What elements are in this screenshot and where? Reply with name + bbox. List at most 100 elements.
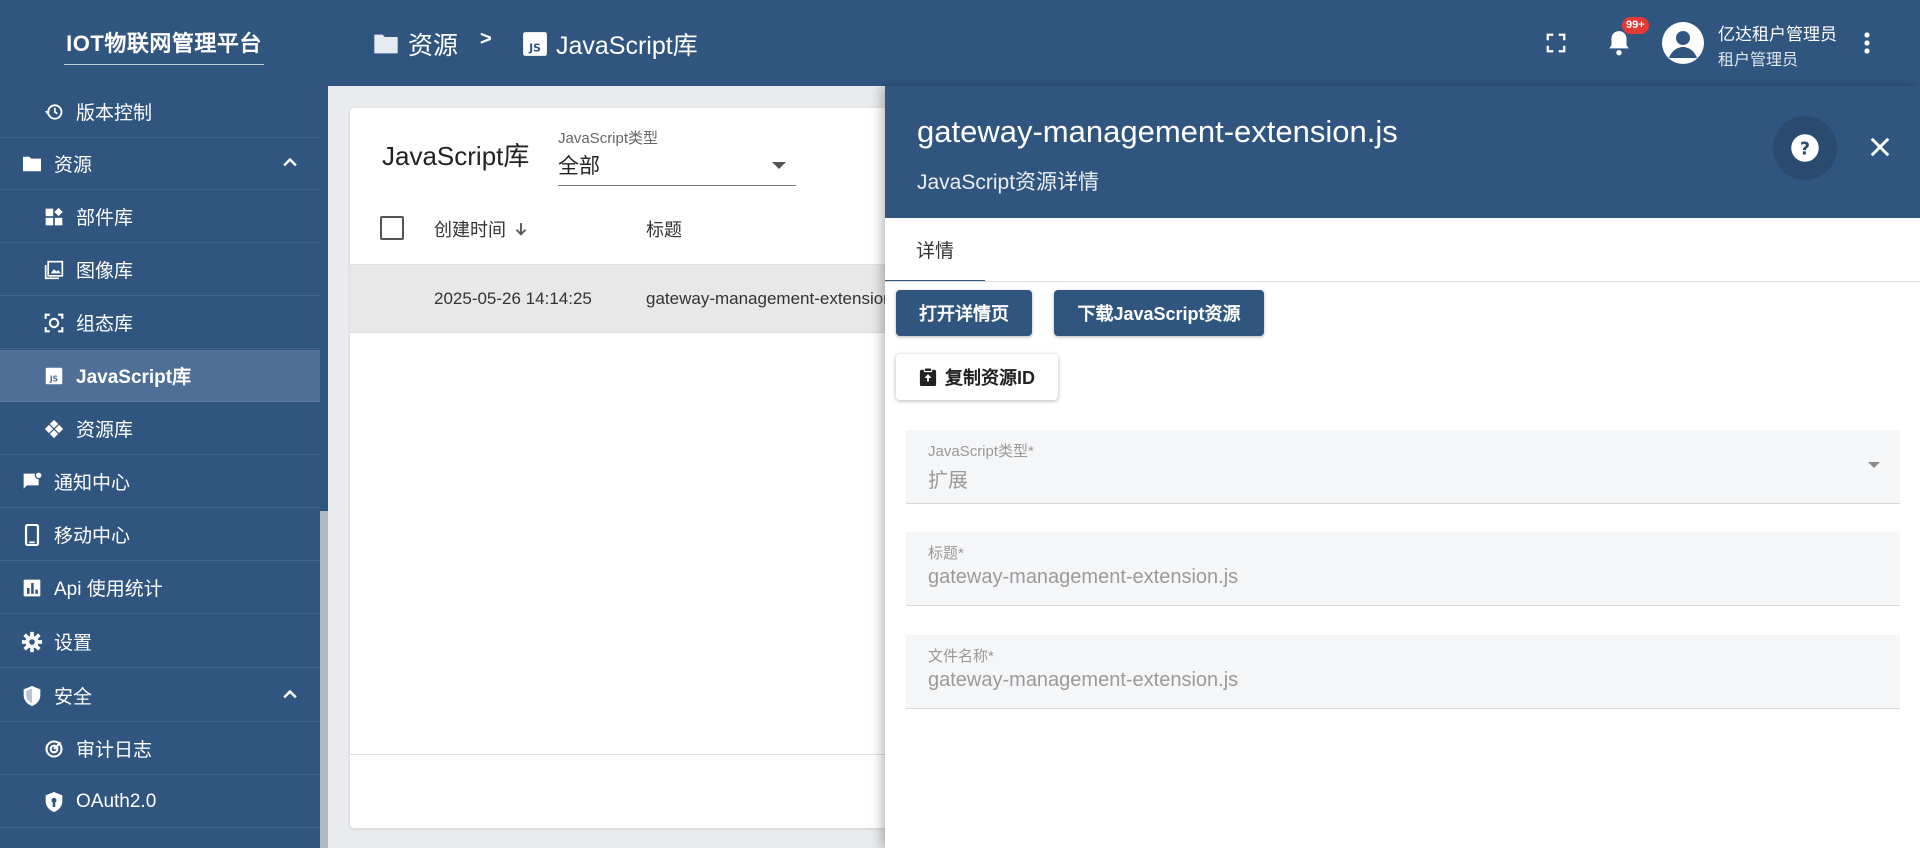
fullscreen-icon[interactable] — [1541, 28, 1571, 58]
details-drawer: gateway-management-extension.js JavaScri… — [885, 86, 1920, 848]
sidebar-item-label: 设置 — [54, 633, 93, 654]
column-header-title[interactable]: 标题 — [646, 216, 682, 242]
folder-icon — [20, 152, 44, 176]
javascript-type-value: 扩展 — [928, 470, 968, 492]
sidebar-item-images[interactable]: 图像库 — [0, 244, 320, 296]
svg-text:?: ? — [1800, 139, 1810, 159]
sidebar-item-api-usage[interactable]: Api 使用统计 — [0, 562, 320, 614]
tab-details[interactable]: 详情 — [885, 218, 985, 282]
sidebar-item-label: Api 使用统计 — [54, 579, 163, 600]
breadcrumb-current: JS JavaScript库 — [522, 26, 698, 62]
sidebar-item-label: 部件库 — [76, 208, 134, 229]
breadcrumb-separator: > — [480, 28, 492, 50]
table-footer-divider — [350, 754, 910, 755]
image-icon — [42, 258, 66, 282]
svg-text:JS: JS — [49, 374, 58, 383]
tab-divider — [885, 281, 1920, 282]
breadcrumb-current-label: JavaScript库 — [556, 32, 698, 60]
sidebar-item-label: 通知中心 — [54, 473, 131, 494]
sort-arrow-down-icon — [515, 223, 527, 236]
user-name[interactable]: 亿达租户管理员 — [1718, 20, 1837, 45]
js-icon: JS — [523, 32, 547, 56]
sidebar-item-label: 移动中心 — [54, 526, 131, 547]
sidebar-item-notifications[interactable]: 通知中心 — [0, 456, 320, 508]
cell-created: 2025-05-26 14:14:25 — [434, 289, 592, 308]
sidebar-item-mobile[interactable]: 移动中心 — [0, 509, 320, 561]
history-icon — [42, 100, 66, 124]
sidebar-item-label: OAuth2.0 — [76, 790, 157, 812]
sidebar-item-audit-log[interactable]: 审计日志 — [0, 723, 320, 775]
filename-field-value: gateway-management-extension.js — [928, 669, 1239, 691]
help-button[interactable]: ? — [1773, 116, 1837, 180]
select-all-checkbox[interactable] — [380, 216, 404, 240]
shield-icon — [20, 684, 44, 708]
audit-icon — [42, 737, 66, 761]
sidebar-item-settings[interactable]: 设置 — [0, 616, 320, 668]
sidebar: 版本控制 资源 部件库 图像库 组态库 JS JavaScript库 资源库 通… — [0, 86, 328, 848]
drawer-title: gateway-management-extension.js — [917, 114, 1398, 149]
notification-badge: 99+ — [1622, 17, 1649, 34]
copy-resource-id-label: 复制资源ID — [945, 368, 1035, 388]
drawer-subtitle: JavaScript资源详情 — [917, 171, 1100, 194]
type-filter-value: 全部 — [558, 155, 600, 178]
avatar[interactable] — [1662, 22, 1704, 64]
svg-text:JS: JS — [528, 42, 541, 55]
table-row[interactable]: 2025-05-26 14:14:25 gateway-management-e… — [350, 265, 910, 333]
breadcrumb-root[interactable]: 资源 — [372, 26, 458, 62]
chevron-up-icon — [283, 157, 297, 167]
sidebar-item-version-control[interactable]: 版本控制 — [0, 86, 320, 138]
dropdown-arrow-icon — [772, 162, 786, 169]
sidebar-item-javascript[interactable]: JS JavaScript库 — [0, 350, 320, 402]
chevron-up-icon — [283, 689, 297, 699]
sidebar-item-label: 安全 — [54, 687, 93, 708]
sidebar-item-label: 组态库 — [76, 314, 134, 335]
drawer-header: gateway-management-extension.js JavaScri… — [885, 86, 1920, 218]
scada-icon — [42, 311, 66, 335]
sidebar-item-label: 审计日志 — [76, 740, 153, 761]
sidebar-item-label: JavaScript库 — [76, 367, 192, 388]
copy-resource-id-button[interactable]: 复制资源ID — [896, 354, 1058, 400]
breadcrumb-root-label: 资源 — [408, 32, 459, 60]
sidebar-item-label: 图像库 — [76, 261, 134, 282]
gear-icon — [20, 630, 44, 654]
sidebar-item-widgets[interactable]: 部件库 — [0, 191, 320, 243]
sidebar-item-label: 版本控制 — [76, 103, 153, 124]
help-icon: ? — [1791, 134, 1819, 162]
type-filter-select[interactable]: 全部 — [558, 150, 796, 186]
folder-icon — [374, 34, 398, 54]
chart-icon — [20, 576, 44, 600]
download-resource-button[interactable]: 下载JavaScript资源 — [1054, 290, 1264, 336]
sidebar-item-label: 资源库 — [76, 420, 134, 441]
cell-title: gateway-management-extension.js — [646, 289, 910, 308]
sidebar-item-label: 资源 — [54, 155, 93, 176]
javascript-type-label: JavaScript类型* — [928, 443, 1034, 460]
column-header-title-label: 标题 — [646, 220, 682, 240]
close-icon — [1870, 137, 1890, 157]
widgets-icon — [42, 205, 66, 229]
open-details-button[interactable]: 打开详情页 — [896, 290, 1032, 336]
user-role: 租户管理员 — [1718, 52, 1799, 69]
page-title: JavaScript库 — [382, 141, 530, 171]
sidebar-item-scada[interactable]: 组态库 — [0, 297, 320, 349]
javascript-type-field[interactable]: JavaScript类型* 扩展 — [906, 430, 1900, 504]
top-header: IOT物联网管理平台 资源 > JS JavaScript库 99+ 亿达租户管… — [0, 0, 1920, 86]
dropdown-arrow-icon — [1868, 462, 1880, 468]
filename-field[interactable]: 文件名称* gateway-management-extension.js — [906, 635, 1900, 709]
sidebar-item-security[interactable]: 安全 — [0, 670, 320, 722]
sidebar-scrollbar[interactable] — [320, 511, 328, 848]
column-header-created[interactable]: 创建时间 — [434, 216, 530, 242]
title-field-label: 标题* — [928, 545, 964, 562]
mobile-icon — [20, 523, 44, 547]
filename-field-label: 文件名称* — [928, 648, 994, 665]
close-button[interactable] — [1863, 130, 1897, 164]
more-vert-icon[interactable] — [1852, 28, 1882, 58]
column-header-created-label: 创建时间 — [434, 220, 506, 240]
title-field-value: gateway-management-extension.js — [928, 566, 1239, 588]
notification-icon — [20, 470, 44, 494]
clipboard-icon — [919, 367, 937, 386]
sidebar-item-oauth2[interactable]: OAuth2.0 — [0, 776, 320, 828]
sidebar-item-resources[interactable]: 资源 — [0, 138, 320, 190]
title-field[interactable]: 标题* gateway-management-extension.js — [906, 532, 1900, 606]
sidebar-item-resource-library[interactable]: 资源库 — [0, 403, 320, 455]
app-logo[interactable]: IOT物联网管理平台 — [64, 26, 264, 65]
